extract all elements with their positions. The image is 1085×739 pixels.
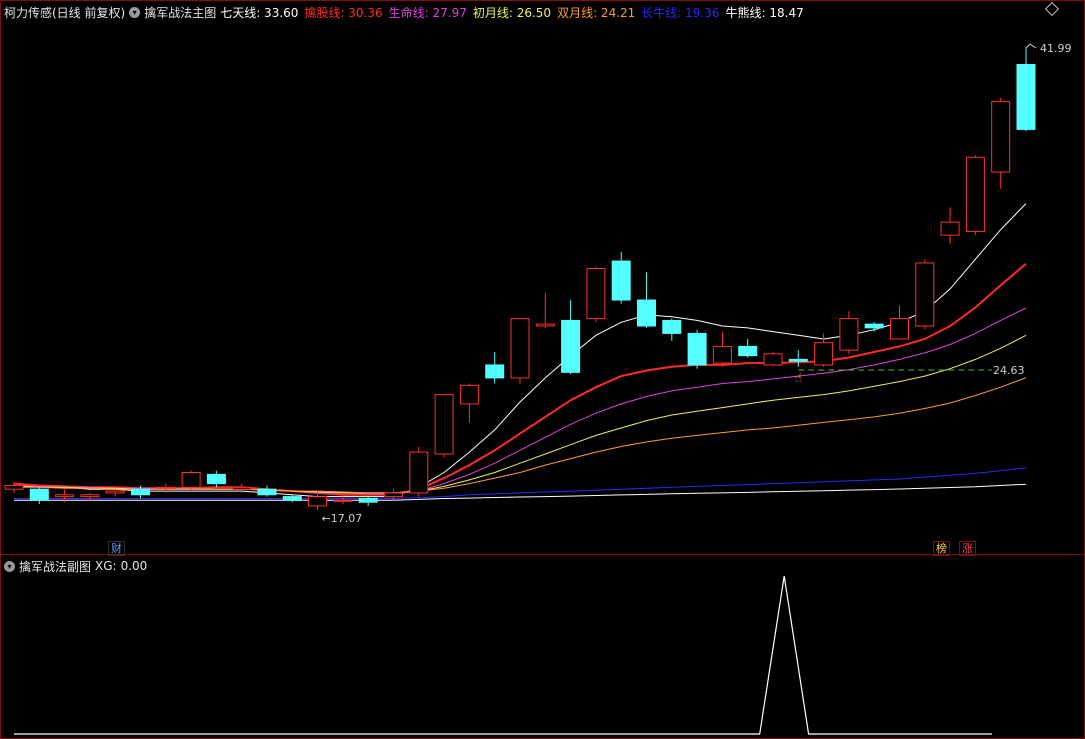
candle-body-27 xyxy=(687,332,707,366)
candle-body-40 xyxy=(1016,64,1036,130)
candle-body-22 xyxy=(561,319,581,373)
candle-body-8 xyxy=(206,473,226,485)
candle-body-31 xyxy=(788,358,808,362)
candle-body-28 xyxy=(712,345,732,364)
candle-body-16 xyxy=(409,451,429,494)
ma-line-4 xyxy=(14,377,1027,494)
candle-body-15 xyxy=(384,492,403,498)
high-marker xyxy=(1025,43,1037,49)
candle-body-0 xyxy=(4,484,24,490)
candle-body-9 xyxy=(232,486,252,490)
candle-body-23 xyxy=(586,268,606,320)
candle-body-6 xyxy=(156,486,176,489)
hand-pointer-icon: ☝ xyxy=(794,371,802,386)
candle-body-10 xyxy=(257,488,277,496)
candle-body-33 xyxy=(839,318,859,351)
candle-body-7 xyxy=(181,472,201,488)
candle-body-21 xyxy=(535,323,555,327)
candle-body-20 xyxy=(510,318,530,379)
main-chart[interactable]: 41.99 ←17.07 24.63 ☝ xyxy=(0,0,1085,739)
candle-body-36 xyxy=(915,262,935,327)
candle-body-19 xyxy=(485,364,505,379)
candle-body-17 xyxy=(434,394,454,455)
xg-signal-line xyxy=(14,575,992,735)
candle-body-5 xyxy=(131,488,150,496)
candle-body-38 xyxy=(965,156,985,232)
candle-body-29 xyxy=(738,345,758,357)
level-label: 24.63 xyxy=(993,364,1025,377)
high-label: 41.99 xyxy=(1040,42,1072,55)
candle-body-12 xyxy=(308,496,328,507)
candle-body-3 xyxy=(80,494,100,498)
candle-body-18 xyxy=(459,384,479,405)
candle-body-37 xyxy=(940,221,960,236)
candle-body-4 xyxy=(105,490,125,494)
low-label: ←17.07 xyxy=(322,512,363,525)
candle-body-26 xyxy=(662,319,682,334)
candle-body-1 xyxy=(29,488,49,501)
candle-body-24 xyxy=(611,260,631,301)
candle-body-2 xyxy=(55,494,75,498)
candle-body-13 xyxy=(333,499,353,502)
candle-body-32 xyxy=(814,342,834,366)
candle-body-25 xyxy=(637,299,656,327)
candle-body-11 xyxy=(282,496,302,501)
candle-body-34 xyxy=(864,323,884,329)
candle-body-39 xyxy=(991,101,1011,173)
candle-body-35 xyxy=(890,318,909,340)
candle-body-14 xyxy=(358,497,378,503)
candle-body-30 xyxy=(763,353,783,366)
